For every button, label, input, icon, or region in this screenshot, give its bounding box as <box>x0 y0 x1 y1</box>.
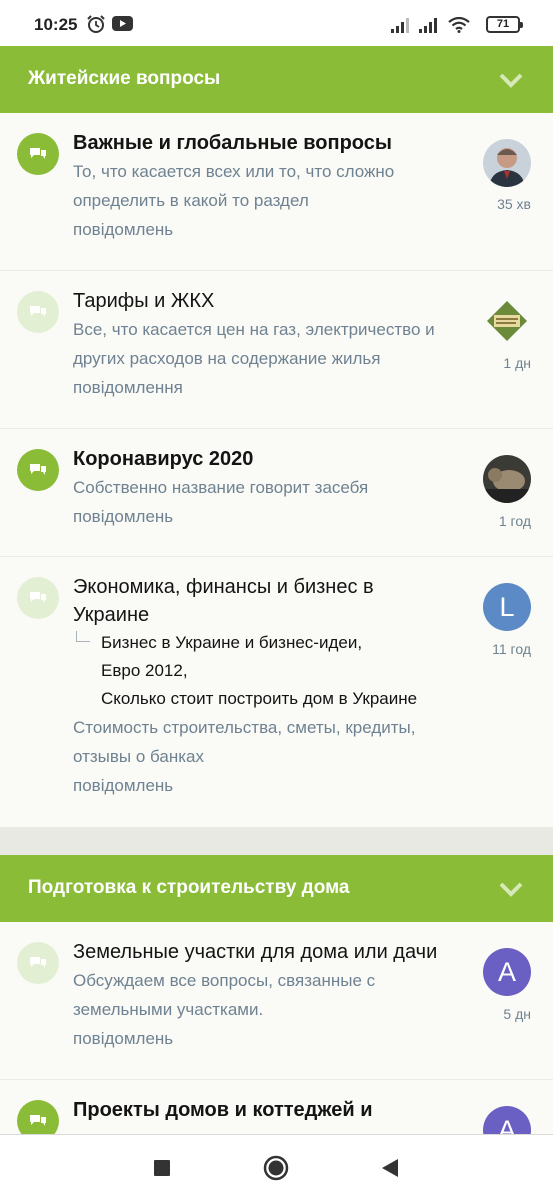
forum-node[interactable]: Важные и глобальные вопросы То, что каса… <box>0 113 553 271</box>
node-title[interactable]: Коронавирус 2020 <box>73 445 473 473</box>
node-time: 35 хв <box>497 196 531 212</box>
node-title[interactable]: Проекты домов и коттеджей и <box>73 1096 473 1124</box>
signal-icon <box>419 18 437 33</box>
node-stat: повідомлень <box>73 776 174 795</box>
node-title[interactable]: Земельные участки для дома или дачи <box>73 938 473 966</box>
node-time: 11 год <box>492 641 531 657</box>
forum-node[interactable]: Земельные участки для дома или дачи Обсу… <box>0 922 553 1080</box>
user-photo-icon <box>483 139 531 187</box>
badge-logo-icon <box>483 297 531 345</box>
youtube-icon <box>112 16 133 31</box>
node-title[interactable]: Важные и глобальные вопросы <box>73 129 473 157</box>
battery-indicator: 71 <box>486 16 523 33</box>
node-stat: повідомлень <box>73 507 174 526</box>
wifi-icon <box>448 17 470 33</box>
node-description: Собственно название говорит засебя <box>73 478 369 497</box>
avatar[interactable] <box>483 297 531 345</box>
avatar-letter: L <box>499 592 515 622</box>
forum-node[interactable]: Коронавирус 2020 Собственно название гов… <box>0 429 553 557</box>
home-circle-icon[interactable] <box>263 1155 289 1181</box>
forum-status-icon <box>17 577 59 619</box>
forum-status-icon <box>17 291 59 333</box>
forum-node[interactable]: Экономика, финансы и бизнес в Украине Би… <box>0 557 553 827</box>
forum-status-icon <box>17 133 59 175</box>
node-stat: повідомлень <box>73 220 174 239</box>
avatar[interactable]: A <box>483 948 531 996</box>
forum-node[interactable]: Проекты домов и коттеджей и A <box>0 1080 553 1134</box>
chat-bubbles-icon <box>30 957 46 968</box>
node-description: Стоимость строительства, сметы, кредиты,… <box>73 718 416 766</box>
avatar-letter: A <box>497 957 516 987</box>
chat-bubbles-icon <box>30 464 46 475</box>
chat-bubbles-icon <box>30 592 46 603</box>
tree-connector-icon <box>76 631 90 642</box>
node-description: Обсуждаем все вопросы, связанные с земел… <box>73 971 376 1019</box>
node-body: Проекты домов и коттеджей и <box>73 1096 473 1124</box>
system-nav-bar <box>0 1134 553 1200</box>
category-title[interactable]: Житейские вопросы <box>28 68 220 90</box>
node-body: Экономика, финансы и бизнес в Украине Би… <box>73 573 473 800</box>
status-bar: 10:25 71 <box>0 0 553 48</box>
node-stat: повідомлень <box>73 1029 174 1048</box>
signal-icon <box>391 18 409 33</box>
subforum-link[interactable]: Евро 2012, <box>101 657 473 685</box>
node-title[interactable]: Тарифы и ЖКХ <box>73 287 473 315</box>
node-title[interactable]: Экономика, финансы и бизнес в Украине <box>73 573 413 629</box>
avatar-letter: A <box>497 1115 516 1134</box>
node-body: Коронавирус 2020 Собственно название гов… <box>73 445 473 531</box>
subforum-link[interactable]: Сколько стоит построить дом в Украине <box>101 685 473 713</box>
category-title[interactable]: Подготовка к строительству дома <box>28 877 349 899</box>
animal-photo-icon <box>483 455 531 503</box>
category-header[interactable]: Житейские вопросы <box>0 46 553 113</box>
node-stat: повідомлення <box>73 378 183 397</box>
node-body: Тарифы и ЖКХ Все, что касается цен на га… <box>73 287 473 402</box>
node-time: 5 дн <box>503 1006 531 1022</box>
forum-status-icon <box>17 449 59 491</box>
chat-bubbles-icon <box>30 148 46 159</box>
node-time: 1 дн <box>503 355 531 371</box>
subforum-list: Бизнес в Украине и бизнес-идеи, Евро 201… <box>73 629 473 713</box>
forum-node[interactable]: Тарифы и ЖКХ Все, что касается цен на га… <box>0 271 553 429</box>
status-time: 10:25 <box>34 15 78 34</box>
node-body: Важные и глобальные вопросы То, что каса… <box>73 129 473 244</box>
category-block: Подготовка к строительству дома Земельны… <box>0 855 553 1134</box>
avatar[interactable]: L <box>483 583 531 631</box>
node-body: Земельные участки для дома или дачи Обсу… <box>73 938 473 1053</box>
forum-status-icon <box>17 942 59 984</box>
category-header[interactable]: Подготовка к строительству дома <box>0 855 553 922</box>
recents-square-icon[interactable] <box>150 1156 174 1180</box>
chevron-down-icon[interactable] <box>499 70 523 90</box>
subforum-link[interactable]: Бизнес в Украине и бизнес-идеи, <box>101 629 473 657</box>
status-indicators: 71 <box>390 13 523 35</box>
chat-bubbles-icon <box>30 1115 46 1126</box>
node-time: 1 год <box>498 513 531 529</box>
forum-status-icon <box>17 1100 59 1134</box>
category-block: Житейские вопросы Важные и глобальные во… <box>0 46 553 827</box>
avatar[interactable] <box>483 455 531 503</box>
chat-bubbles-icon <box>30 306 46 317</box>
node-description: То, что касается всех или то, что сложно… <box>73 162 395 210</box>
chevron-down-icon[interactable] <box>499 879 523 899</box>
alarm-clock-icon <box>87 15 105 33</box>
node-description: Все, что касается цен на газ, электричес… <box>73 320 435 368</box>
avatar[interactable]: A <box>483 1106 531 1134</box>
back-triangle-icon[interactable] <box>378 1156 402 1180</box>
avatar[interactable] <box>483 139 531 187</box>
